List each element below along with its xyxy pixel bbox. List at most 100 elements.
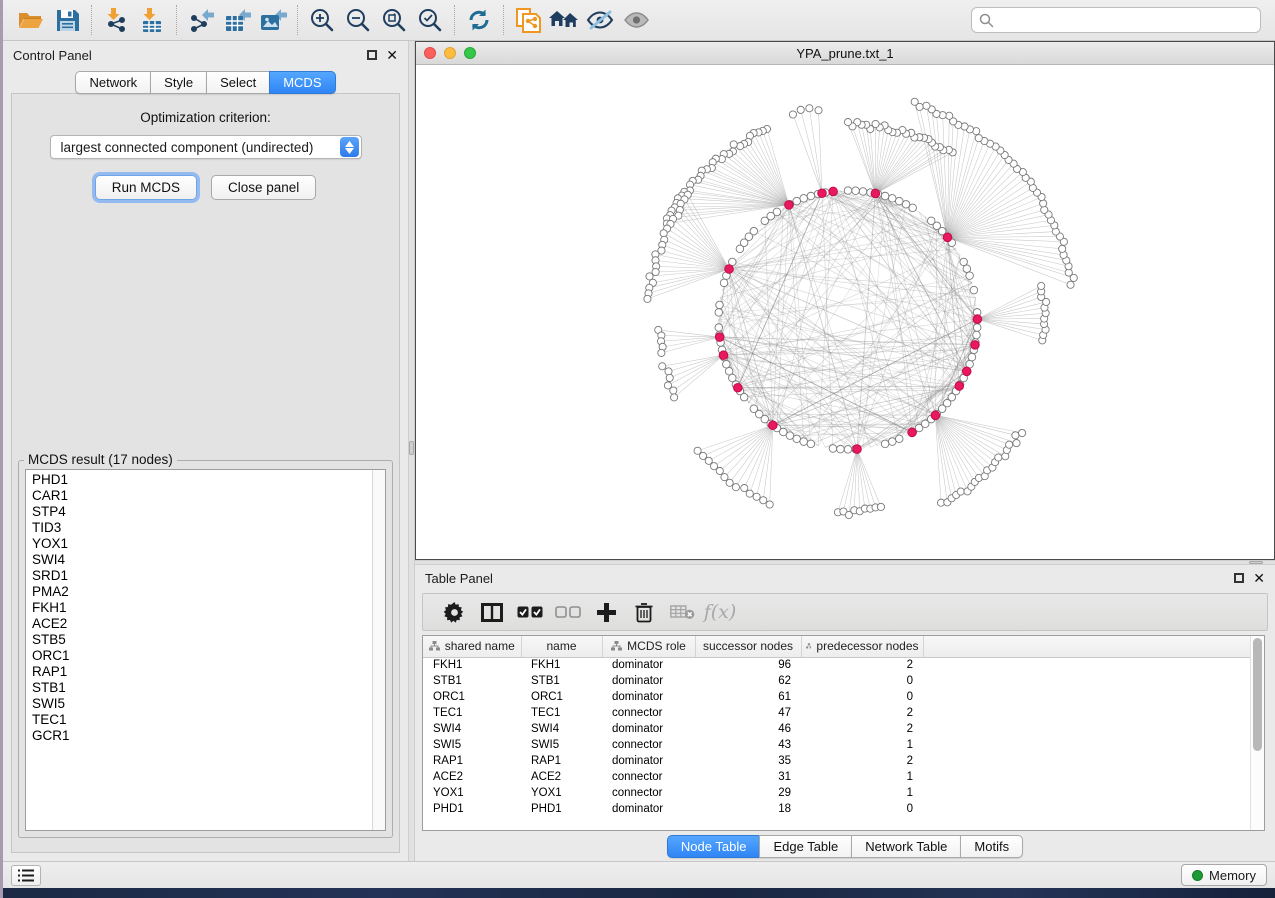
tab-style[interactable]: Style [150,71,206,94]
table-cell[interactable]: 1 [801,769,923,785]
show-all-button[interactable] [618,3,654,37]
table-cell[interactable]: 2 [801,705,923,721]
mcds-result-node[interactable]: TID3 [32,520,372,536]
search-box[interactable] [971,7,1261,33]
table-cell[interactable]: 96 [695,657,801,673]
mcds-result-scrollbar[interactable] [372,470,385,830]
table-cell[interactable]: YOX1 [423,785,521,801]
splitter-grip[interactable] [1249,561,1263,564]
table-cell[interactable]: 1 [801,737,923,753]
table-cell[interactable]: 2 [801,753,923,769]
mcds-result-node[interactable]: PHD1 [32,472,372,488]
tab-mcds[interactable]: MCDS [269,71,335,94]
add-column-button[interactable] [587,596,625,628]
table-cell[interactable]: dominator [602,657,695,673]
tab-motifs[interactable]: Motifs [960,835,1023,858]
mcds-result-node[interactable]: PMA2 [32,584,372,600]
table-cell[interactable]: TEC1 [521,705,602,721]
network-view-titlebar[interactable]: YPA_prune.txt_1 [416,42,1274,65]
table-cell[interactable]: connector [602,785,695,801]
refresh-view-button[interactable] [461,3,497,37]
table-cell[interactable]: 29 [695,785,801,801]
table-cell[interactable]: 35 [695,753,801,769]
table-row[interactable]: TEC1TEC1connector472 [423,705,1250,721]
table-cell[interactable]: dominator [602,689,695,705]
column-header-predecessor-nodes[interactable]: predecessor nodes [801,636,923,657]
table-row[interactable]: YOX1YOX1connector291 [423,785,1250,801]
minimize-window-icon[interactable] [444,47,456,59]
table-cell[interactable]: dominator [602,673,695,689]
table-cell[interactable]: dominator [602,721,695,737]
function-builder-button[interactable]: f(x) [701,596,739,628]
criterion-select[interactable]: largest connected component (undirected) [50,135,362,159]
horizontal-splitter[interactable] [415,560,1275,565]
table-cell[interactable]: RAP1 [423,753,521,769]
float-panel-icon[interactable] [367,50,377,60]
table-row[interactable]: STB1STB1dominator620 [423,673,1250,689]
close-panel-button[interactable]: Close panel [211,175,316,200]
open-file-button[interactable] [13,3,49,37]
table-cell[interactable]: connector [602,705,695,721]
mcds-result-node[interactable]: YOX1 [32,536,372,552]
column-header-successor-nodes[interactable]: successor nodes [695,636,801,657]
table-cell[interactable]: 1 [801,785,923,801]
table-cell[interactable]: SWI5 [521,737,602,753]
table-cell[interactable]: STB1 [521,673,602,689]
table-cell[interactable]: ORC1 [521,689,602,705]
table-scrollbar[interactable] [1250,636,1264,830]
table-cell[interactable]: connector [602,769,695,785]
mcds-result-node[interactable]: STB1 [32,680,372,696]
mcds-result-node[interactable]: ORC1 [32,648,372,664]
table-cell[interactable]: connector [602,737,695,753]
duplicate-network-button[interactable] [510,3,546,37]
table-cell[interactable]: 0 [801,689,923,705]
close-panel-icon[interactable]: ✕ [386,50,398,60]
table-row[interactable]: FKH1FKH1dominator962 [423,657,1250,673]
close-window-icon[interactable] [424,47,436,59]
vertical-splitter[interactable] [408,41,415,861]
table-cell[interactable]: ACE2 [521,769,602,785]
table-cell[interactable]: FKH1 [423,657,521,673]
close-panel-icon[interactable]: ✕ [1253,573,1265,583]
tab-network-table[interactable]: Network Table [851,835,960,858]
mcds-result-node[interactable]: SRD1 [32,568,372,584]
mcds-result-node[interactable]: SWI4 [32,552,372,568]
export-image-button[interactable] [255,3,291,37]
table-cell[interactable]: 43 [695,737,801,753]
table-cell[interactable]: 18 [695,801,801,817]
table-cell[interactable]: ACE2 [423,769,521,785]
table-cell[interactable]: TEC1 [423,705,521,721]
table-cell[interactable]: ORC1 [423,689,521,705]
table-cell[interactable]: STB1 [423,673,521,689]
scrollbar-thumb[interactable] [1253,638,1262,751]
import-network-button[interactable] [98,3,134,37]
table-cell[interactable]: 2 [801,721,923,737]
search-input[interactable] [999,13,1253,28]
show-column-button[interactable] [473,596,511,628]
mcds-result-node[interactable]: FKH1 [32,600,372,616]
network-canvas[interactable] [416,65,1274,559]
tab-network[interactable]: Network [75,71,150,94]
table-cell[interactable]: 47 [695,705,801,721]
table-cell[interactable]: RAP1 [521,753,602,769]
mcds-result-node[interactable]: CAR1 [32,488,372,504]
table-cell[interactable]: 0 [801,801,923,817]
table-row[interactable]: ORC1ORC1dominator610 [423,689,1250,705]
table-cell[interactable]: SWI4 [521,721,602,737]
node-table-grid[interactable]: shared name name MCDS role successor nod… [423,636,1250,817]
table-cell[interactable]: 46 [695,721,801,737]
import-table-button[interactable] [134,3,170,37]
column-header-name[interactable]: name [521,636,602,657]
memory-button[interactable]: Memory [1181,864,1267,886]
tab-node-table[interactable]: Node Table [667,835,760,858]
splitter-grip[interactable] [409,441,414,455]
table-cell[interactable]: 62 [695,673,801,689]
table-settings-button[interactable] [435,596,473,628]
column-header-mcds-role[interactable]: MCDS role [602,636,695,657]
select-all-button[interactable] [511,596,549,628]
run-mcds-button[interactable]: Run MCDS [95,175,197,200]
table-cell[interactable]: PHD1 [521,801,602,817]
task-history-button[interactable] [11,865,41,886]
mcds-result-node[interactable]: STB5 [32,632,372,648]
mcds-result-node[interactable]: TEC1 [32,712,372,728]
